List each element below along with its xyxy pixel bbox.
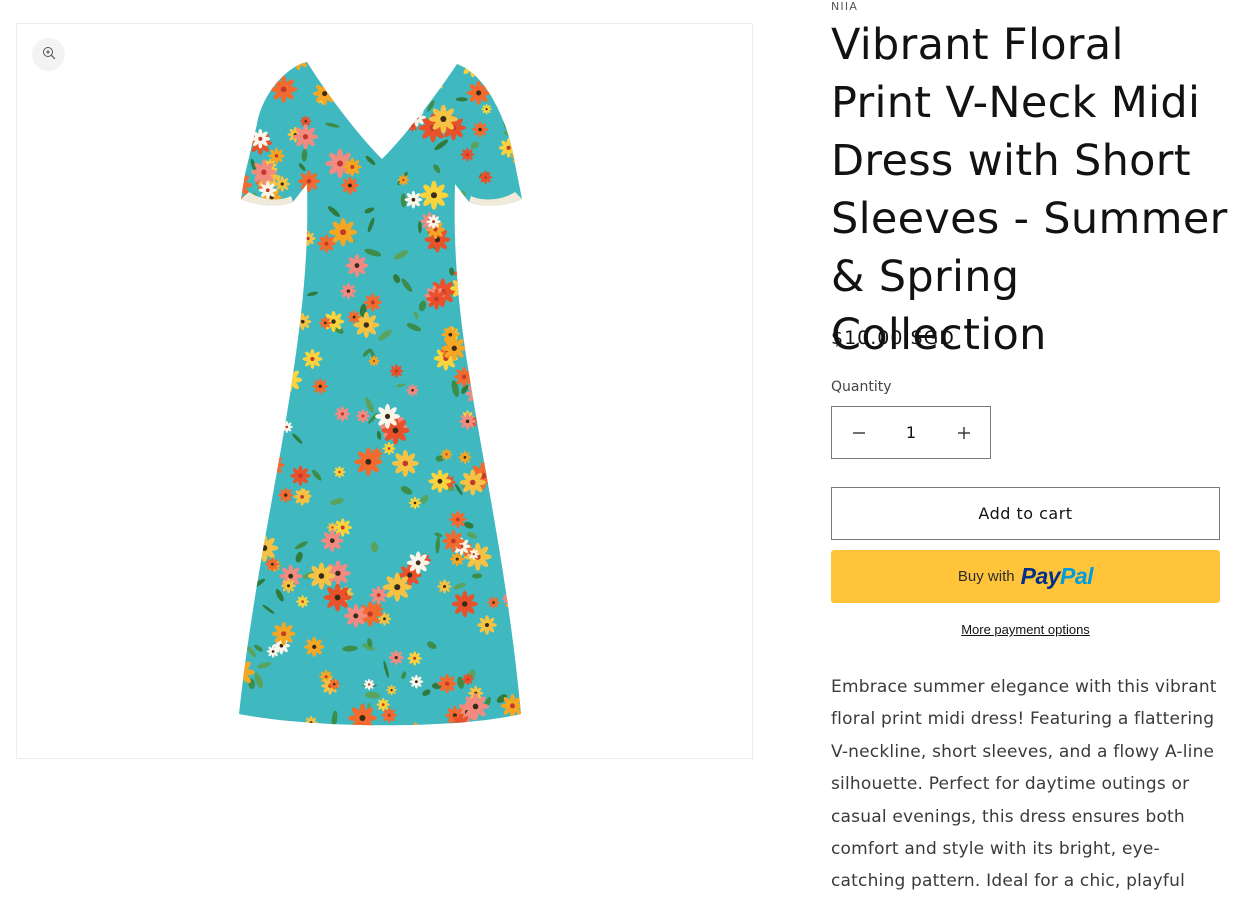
- paypal-prefix: Buy with: [957, 568, 1015, 585]
- product-description: Embrace summer elegance with this vibran…: [831, 677, 1217, 892]
- vendor-name: NIIA: [831, 0, 859, 13]
- paypal-logo: PayPal: [1020, 563, 1094, 590]
- decrease-quantity-button[interactable]: [832, 407, 885, 458]
- quantity-input[interactable]: [886, 412, 936, 453]
- quantity-label: Quantity: [831, 379, 892, 395]
- product-price: $10.00 SGD: [831, 327, 955, 349]
- plus-icon: [957, 419, 971, 447]
- paypal-logo-pal: Pal: [1060, 563, 1094, 589]
- minus-icon: [852, 419, 866, 447]
- quantity-stepper: [831, 406, 991, 459]
- paypal-button[interactable]: Buy with PayPal: [831, 550, 1220, 603]
- product-image[interactable]: [17, 24, 753, 759]
- more-payment-options-link[interactable]: More payment options: [831, 622, 1220, 637]
- product-title: Vibrant Floral Print V-Neck Midi Dress w…: [831, 20, 1228, 360]
- paypal-logo-pay: Pay: [1020, 563, 1061, 589]
- product-media-gallery[interactable]: [16, 23, 753, 759]
- increase-quantity-button[interactable]: [937, 407, 990, 458]
- add-to-cart-button[interactable]: Add to cart: [831, 487, 1220, 540]
